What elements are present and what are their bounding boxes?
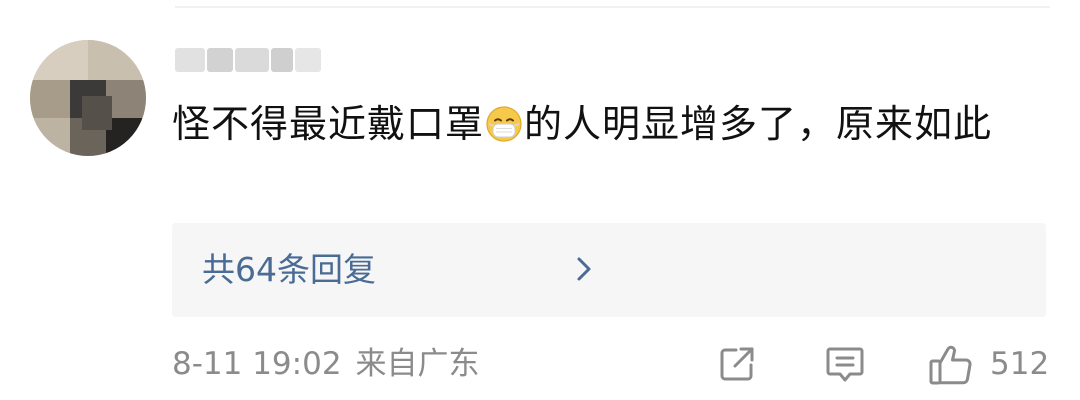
comment-text-part-2: 的人明显增多了，原来如此 [524, 102, 993, 146]
mask-face-emoji-icon [485, 102, 523, 158]
avatar[interactable] [30, 40, 146, 156]
location: 来自广东 [355, 346, 480, 382]
replies-count-label: 共64条回复 [202, 250, 376, 289]
share-button[interactable] [717, 344, 757, 388]
like-button[interactable] [928, 344, 974, 390]
view-replies-button[interactable]: 共64条回复 [172, 223, 1046, 317]
comment-meta: 8-11 19:02 来自广东 [172, 342, 480, 386]
thumbs-up-icon [928, 345, 974, 390]
like-count: 512 [990, 346, 1050, 382]
top-divider [175, 6, 1050, 8]
comment-text-part-1: 怪不得最近戴口罩 [172, 102, 485, 146]
share-icon [717, 347, 757, 388]
comment-text: 怪不得最近戴口罩 的人明显增多了，原来如此 [172, 96, 1032, 158]
username-blurred[interactable] [175, 42, 325, 82]
comment-button[interactable] [824, 344, 866, 388]
comment-icon [824, 347, 866, 388]
timestamp: 8-11 19:02 [172, 346, 342, 382]
chevron-right-icon [576, 256, 592, 286]
